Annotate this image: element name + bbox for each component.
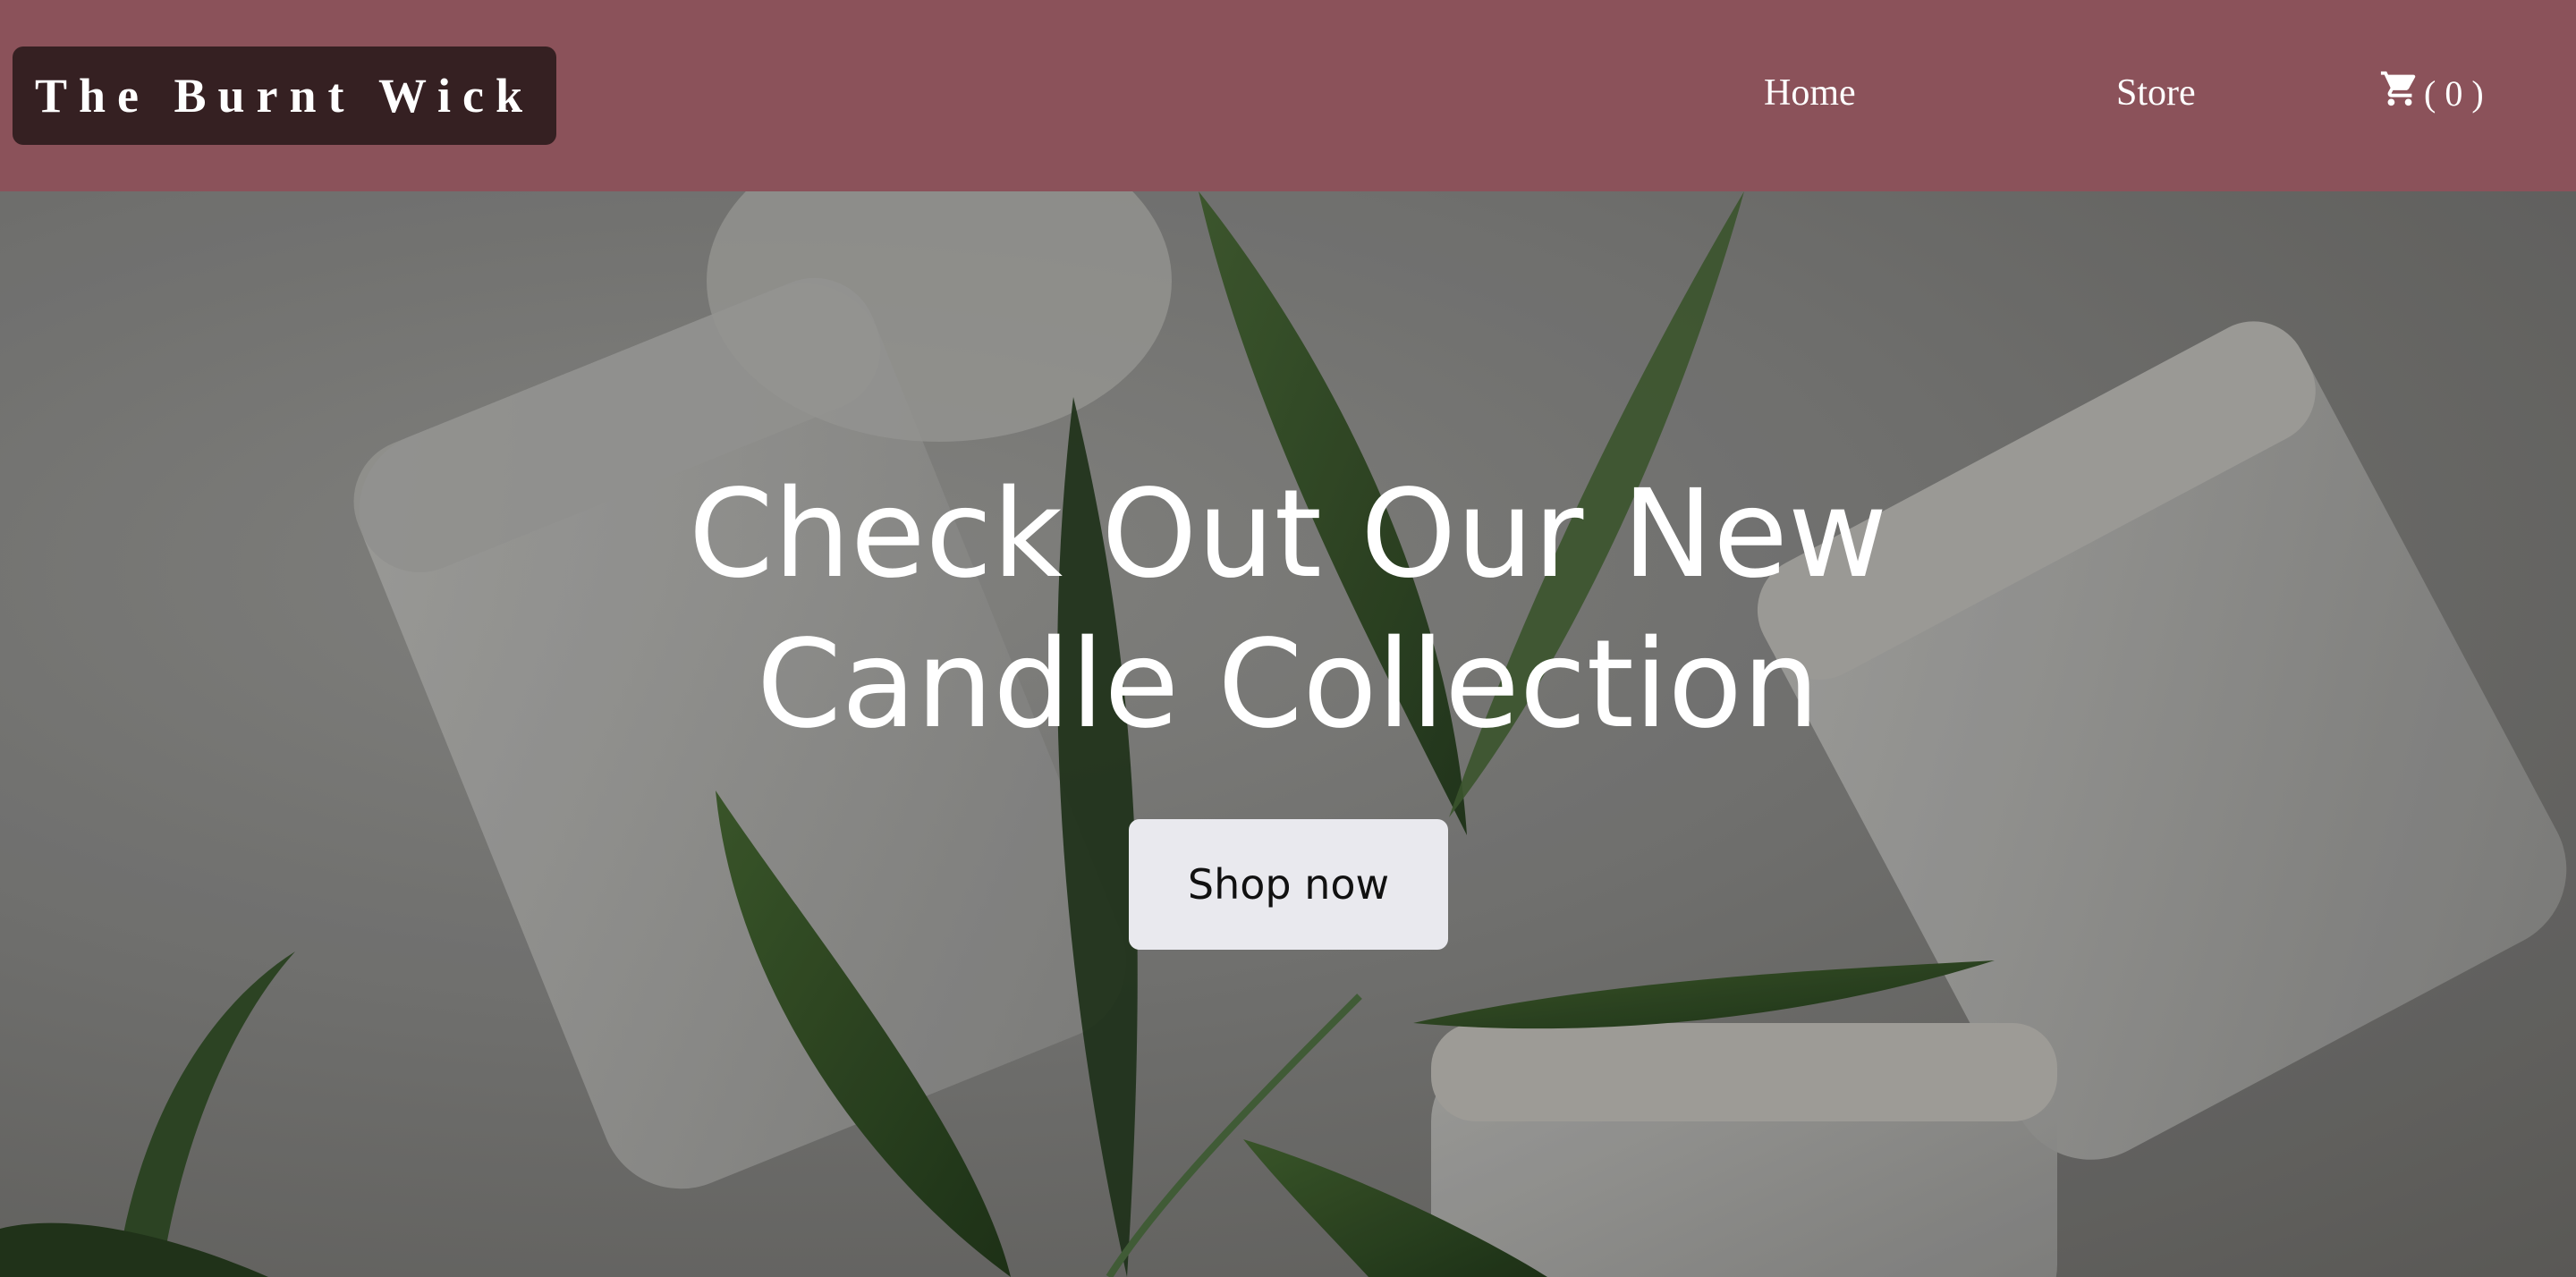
cart-count: ( 0 ): [2424, 72, 2484, 114]
cart-button[interactable]: ( 0 ): [2379, 64, 2484, 122]
hero-title: Check Out Our New Candle Collection: [572, 460, 2004, 760]
hero-title-line-1: Check Out Our New: [688, 464, 1888, 605]
nav-link-home[interactable]: Home: [1764, 64, 1856, 122]
hero-title-line-2: Candle Collection: [756, 614, 1820, 756]
cart-icon: [2379, 68, 2424, 118]
navbar: The Burnt Wick Home Store ( 0 ): [0, 0, 2576, 191]
hero-banner: Check Out Our New Candle Collection Shop…: [0, 191, 2576, 1277]
brand-logo[interactable]: The Burnt Wick: [13, 47, 556, 145]
shop-now-button[interactable]: Shop now: [1129, 819, 1448, 950]
nav-link-store[interactable]: Store: [2116, 64, 2196, 122]
brand-name: The Burnt Wick: [34, 69, 535, 123]
